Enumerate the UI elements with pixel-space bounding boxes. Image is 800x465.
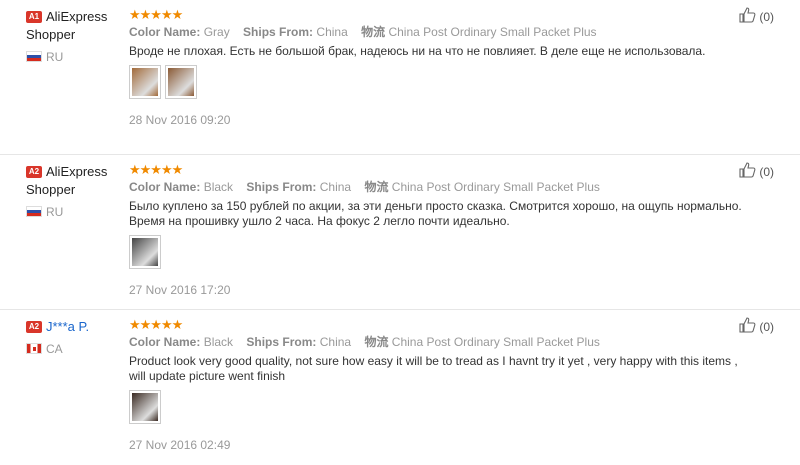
review-text: Вроде не плохая. Есть не большой брак, н… — [129, 44, 706, 58]
photo-placeholder — [132, 393, 158, 421]
helpful-count: (0) — [759, 9, 774, 24]
reviewer-name[interactable]: J***a P. — [46, 319, 89, 334]
meta-value: China Post Ordinary Small Packet Plus — [388, 25, 597, 39]
review-item: A1 AliExpress Shopper RU ★★★★★ Color Name… — [0, 0, 800, 155]
country-code: RU — [46, 50, 64, 64]
review-text: Было куплено за 150 рублей по акции, за … — [129, 199, 742, 228]
meta-key: Ships From: — [243, 25, 314, 39]
review-photo-thumbnail[interactable] — [165, 65, 197, 99]
review-list: A1 AliExpress Shopper RU ★★★★★ Color Name… — [0, 0, 800, 465]
meta-value: China Post Ordinary Small Packet Plus — [391, 335, 600, 349]
reviewer-info: A2 J***a P. CA — [26, 318, 126, 356]
review-date: 27 Nov 2016 17:20 — [129, 283, 231, 297]
meta-key: Ships From: — [246, 335, 317, 349]
review-photo-thumbnail[interactable] — [129, 65, 161, 99]
helpful-button[interactable]: (0) — [739, 317, 774, 336]
helpful-button[interactable]: (0) — [739, 162, 774, 181]
photo-placeholder — [132, 238, 158, 266]
reviewer-info: A2 AliExpress Shopper RU — [26, 163, 126, 219]
reviewer-info: A1 AliExpress Shopper RU — [26, 8, 126, 64]
meta-key: Color Name: — [129, 335, 201, 349]
review-date: 28 Nov 2016 09:20 — [129, 113, 231, 127]
review-item: A2 AliExpress Shopper RU ★★★★★ Color Name… — [0, 155, 800, 310]
review-photo-thumbnail[interactable] — [129, 235, 161, 269]
order-details: Color Name: Black Ships From: China 物流 C… — [129, 179, 749, 195]
photo-placeholder — [168, 68, 194, 96]
helpful-count: (0) — [759, 319, 774, 334]
meta-value: China — [319, 335, 352, 349]
review-text: Product look very good quality, not sure… — [129, 354, 738, 383]
photo-placeholder — [132, 68, 158, 96]
thumbs-up-icon — [739, 7, 759, 26]
meta-value: Black — [203, 335, 234, 349]
review-photos — [129, 235, 749, 271]
level-badge: A2 — [26, 321, 42, 333]
level-badge: A1 — [26, 11, 42, 23]
order-details: Color Name: Black Ships From: China 物流 C… — [129, 334, 749, 350]
star-rating: ★★★★★ — [129, 7, 183, 22]
star-rating: ★★★★★ — [129, 162, 183, 177]
reviewer-country: RU — [26, 205, 126, 219]
meta-key: 物流 — [364, 335, 389, 349]
meta-key: Ships From: — [246, 180, 317, 194]
helpful-button[interactable]: (0) — [739, 7, 774, 26]
meta-value: China Post Ordinary Small Packet Plus — [391, 180, 600, 194]
order-details: Color Name: Gray Ships From: China 物流 Ch… — [129, 24, 749, 40]
meta-key: Color Name: — [129, 25, 201, 39]
meta-key: 物流 — [361, 25, 386, 39]
reviewer-country: RU — [26, 50, 126, 64]
review-content: ★★★★★ Color Name: Black Ships From: Chin… — [129, 318, 749, 452]
review-photo-thumbnail[interactable] — [129, 390, 161, 424]
helpful-count: (0) — [759, 164, 774, 179]
flag-icon — [26, 343, 42, 354]
review-item: A2 J***a P. CA ★★★★★ Color Name: Black Sh… — [0, 310, 800, 465]
star-rating: ★★★★★ — [129, 317, 183, 332]
review-content: ★★★★★ Color Name: Black Ships From: Chin… — [129, 163, 749, 297]
meta-value: China — [319, 180, 352, 194]
review-photos — [129, 65, 749, 101]
level-badge: A2 — [26, 166, 42, 178]
meta-value: Gray — [203, 25, 230, 39]
meta-key: 物流 — [364, 180, 389, 194]
meta-value: Black — [203, 180, 234, 194]
thumbs-up-icon — [739, 317, 759, 336]
meta-key: Color Name: — [129, 180, 201, 194]
meta-value: China — [316, 25, 348, 39]
thumbs-up-icon — [739, 162, 759, 181]
flag-icon — [26, 206, 42, 217]
review-photos — [129, 390, 749, 426]
country-code: RU — [46, 205, 64, 219]
reviewer-country: CA — [26, 342, 126, 356]
flag-icon — [26, 51, 42, 62]
country-code: CA — [46, 342, 63, 356]
review-date: 27 Nov 2016 02:49 — [129, 438, 231, 452]
review-content: ★★★★★ Color Name: Gray Ships From: China… — [129, 8, 749, 127]
